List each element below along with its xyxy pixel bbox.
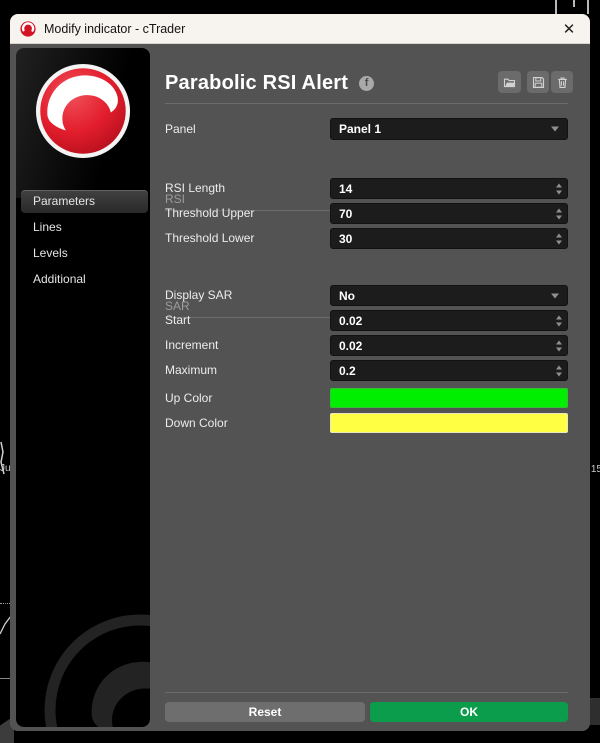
dropdown-value: No bbox=[339, 288, 355, 303]
ctrader-logo-icon bbox=[20, 20, 36, 37]
field-label: Increment bbox=[165, 338, 219, 352]
input-value: 0.2 bbox=[339, 363, 356, 378]
dialog-body: Parameters Lines Levels Additional Parab… bbox=[10, 44, 590, 731]
field-label: Panel bbox=[165, 122, 196, 136]
field-row-start: Start 0.02 bbox=[165, 310, 568, 331]
field-row-rsi-length: RSI Length 14 bbox=[165, 178, 568, 199]
ok-button[interactable]: OK bbox=[370, 702, 568, 722]
background-chart-gridline bbox=[555, 0, 557, 14]
stepper-arrows[interactable] bbox=[556, 233, 562, 244]
down-color-swatch[interactable] bbox=[330, 413, 568, 433]
stepper-arrows[interactable] bbox=[556, 365, 562, 376]
ctrader-logo-large bbox=[35, 63, 131, 159]
field-label: Down Color bbox=[165, 416, 228, 430]
field-row-threshold-upper: Threshold Upper 70 bbox=[165, 203, 568, 224]
field-label: Threshold Upper bbox=[165, 206, 255, 220]
field-row-increment: Increment 0.02 bbox=[165, 335, 568, 356]
field-label: Threshold Lower bbox=[165, 231, 255, 245]
sidebar-item-label: Additional bbox=[33, 272, 86, 286]
input-value: 70 bbox=[339, 206, 353, 221]
footer-divider bbox=[165, 692, 568, 693]
background-shape bbox=[590, 698, 600, 725]
start-input[interactable]: 0.02 bbox=[330, 310, 568, 331]
sidebar-item-lines[interactable]: Lines bbox=[21, 216, 148, 239]
background-chart-line bbox=[0, 441, 5, 475]
modify-indicator-dialog: Modify indicator - cTrader ✕ Parameters … bbox=[10, 14, 590, 731]
input-value: 0.02 bbox=[339, 338, 363, 353]
save-template-button[interactable] bbox=[527, 71, 549, 93]
folder-open-icon bbox=[503, 78, 516, 87]
field-row-maximum: Maximum 0.2 bbox=[165, 360, 568, 381]
maximum-input[interactable]: 0.2 bbox=[330, 360, 568, 381]
panel-dropdown[interactable]: Panel 1 bbox=[330, 118, 568, 140]
stepper-arrows[interactable] bbox=[556, 315, 562, 326]
reset-button[interactable]: Reset bbox=[165, 702, 365, 722]
dialog-title: Modify indicator - cTrader bbox=[44, 21, 186, 36]
sidebar: Parameters Lines Levels Additional bbox=[16, 48, 150, 727]
field-label: Up Color bbox=[165, 391, 213, 405]
display-sar-dropdown[interactable]: No bbox=[330, 285, 568, 306]
dropdown-value: Panel 1 bbox=[339, 122, 382, 136]
field-label: Maximum bbox=[165, 363, 218, 377]
sidebar-item-levels[interactable]: Levels bbox=[21, 242, 148, 265]
background-chart-gridline bbox=[573, 0, 575, 7]
indicator-header: Parabolic RSI Alert f bbox=[165, 68, 375, 98]
indicator-title: Parabolic RSI Alert bbox=[165, 71, 349, 94]
rsi-length-input[interactable]: 14 bbox=[330, 178, 568, 199]
field-row-panel: Panel Panel 1 bbox=[165, 118, 568, 140]
field-label: Start bbox=[165, 313, 191, 327]
stepper-arrows[interactable] bbox=[556, 183, 562, 194]
open-template-button[interactable] bbox=[498, 71, 521, 93]
threshold-lower-input[interactable]: 30 bbox=[330, 228, 568, 249]
sidebar-item-label: Lines bbox=[33, 220, 62, 234]
sidebar-item-label: Parameters bbox=[33, 194, 96, 208]
field-row-threshold-lower: Threshold Lower 30 bbox=[165, 228, 568, 249]
delete-indicator-button[interactable] bbox=[551, 71, 573, 93]
field-label: RSI Length bbox=[165, 181, 226, 195]
sidebar-item-label: Levels bbox=[33, 246, 68, 260]
sidebar-item-additional[interactable]: Additional bbox=[21, 268, 148, 291]
threshold-upper-input[interactable]: 70 bbox=[330, 203, 568, 224]
field-row-down-color: Down Color bbox=[165, 413, 568, 433]
dialog-titlebar[interactable]: Modify indicator - cTrader ✕ bbox=[10, 14, 590, 44]
header-divider bbox=[165, 103, 568, 104]
save-icon bbox=[532, 76, 544, 88]
close-icon[interactable]: ✕ bbox=[558, 18, 580, 40]
input-value: 0.02 bbox=[339, 313, 363, 328]
content-panel: Parabolic RSI Alert f Panel Panel 1 RSI … bbox=[150, 44, 590, 731]
field-row-up-color: Up Color bbox=[165, 388, 568, 408]
input-value: 30 bbox=[339, 231, 353, 246]
screen: Ju 15 Modify indicator - cTrader ✕ Param… bbox=[0, 0, 600, 743]
sidebar-item-parameters[interactable]: Parameters bbox=[21, 190, 148, 213]
field-label: Display SAR bbox=[165, 288, 233, 302]
stepper-arrows[interactable] bbox=[556, 340, 562, 351]
background-axis-label-right: 15 bbox=[590, 464, 600, 475]
chevron-down-icon bbox=[551, 293, 559, 298]
input-value: 14 bbox=[339, 181, 353, 196]
trash-icon bbox=[557, 77, 567, 88]
up-color-swatch[interactable] bbox=[330, 388, 568, 408]
field-row-display-sar: Display SAR No bbox=[165, 285, 568, 306]
ctrader-watermark-logo bbox=[44, 614, 150, 727]
increment-input[interactable]: 0.02 bbox=[330, 335, 568, 356]
chevron-down-icon bbox=[551, 126, 559, 132]
background-chart-gridline bbox=[587, 0, 589, 14]
fx-source-icon[interactable]: f bbox=[359, 75, 375, 91]
stepper-arrows[interactable] bbox=[556, 208, 562, 219]
